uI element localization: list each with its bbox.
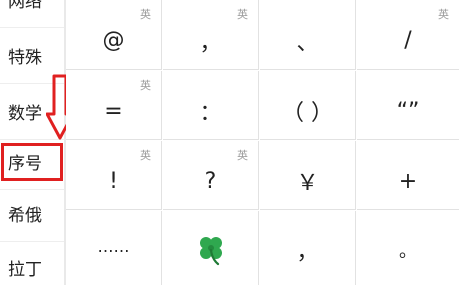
symbol-key[interactable]: “” <box>357 71 459 140</box>
symbol-key[interactable]: 英 ， <box>163 0 259 70</box>
symbol-key[interactable]: ￥ <box>260 141 356 210</box>
symbol-grid: 英 @ 英 ， 、 英 / 英 = ： （ ） “” 英 ! 英 ? ￥ + …… <box>66 0 459 285</box>
symbol-key[interactable]: 英 ! <box>66 141 162 210</box>
symbol-key[interactable]: 英 / <box>357 0 459 70</box>
symbol-key[interactable]: 。 <box>357 211 459 285</box>
category-latin[interactable]: 拉丁 <box>0 240 64 285</box>
symbol-key[interactable]: 英 @ <box>66 0 162 70</box>
symbol-key[interactable]: 英 ? <box>163 141 259 210</box>
symbol-key[interactable]: （ ） <box>260 71 356 140</box>
symbol-key[interactable]: ， <box>260 211 356 285</box>
english-tag: 英 <box>140 79 151 92</box>
english-tag: 英 <box>237 8 248 21</box>
symbol-key[interactable]: …… <box>66 211 162 285</box>
four-leaf-clover-icon <box>199 237 222 266</box>
category-greek-russian[interactable]: 希俄 <box>0 186 64 242</box>
english-tag: 英 <box>237 149 248 162</box>
symbol-key[interactable]: ： <box>163 71 259 140</box>
symbol-key[interactable]: 、 <box>260 0 356 70</box>
english-tag: 英 <box>140 8 151 21</box>
symbol-key[interactable]: 英 = <box>66 71 162 140</box>
english-tag: 英 <box>140 149 151 162</box>
symbol-key[interactable]: + <box>357 141 459 210</box>
clover-key[interactable] <box>163 211 259 285</box>
highlight-outline <box>1 143 63 181</box>
english-tag: 英 <box>438 8 449 21</box>
category-network[interactable]: 网络 <box>0 0 64 28</box>
